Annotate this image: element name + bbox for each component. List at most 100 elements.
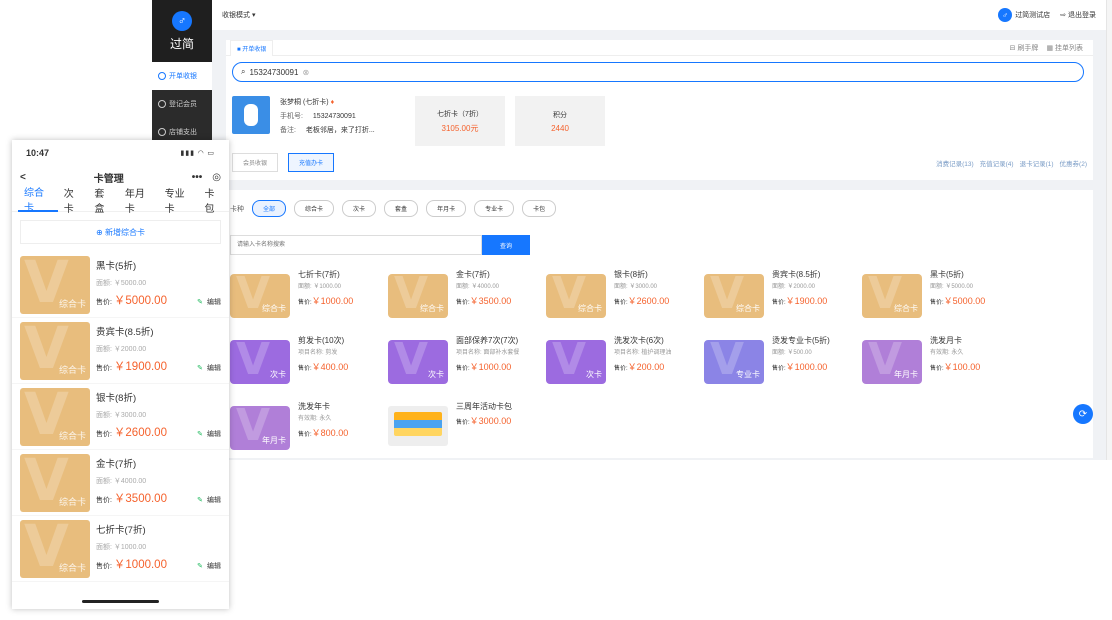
- tab-card-pack[interactable]: 卡包: [198, 188, 229, 215]
- pending-orders-button[interactable]: ▦ 挂单列表: [1046, 43, 1083, 53]
- recharge-card-button[interactable]: 充值办卡: [288, 153, 335, 172]
- refund-record-link[interactable]: 退卡记录(1): [1020, 158, 1054, 168]
- card-name: 烫发专业卡(5折): [772, 336, 830, 345]
- tab-cashier[interactable]: ■ 开单收银: [230, 39, 274, 56]
- sidebar-item-register-member[interactable]: 登记会员: [152, 90, 212, 118]
- price-label: 售价:: [96, 497, 112, 504]
- refresh-icon[interactable]: ⟳: [1073, 404, 1093, 424]
- recharge-record-link[interactable]: 充值记录(4): [980, 158, 1014, 168]
- logout-label: 退出登录: [1068, 12, 1096, 19]
- phone-card-list: 综合卡 黑卡(5折) 面额: ￥5000.00 售价: ￥5000.00 ✎ 编辑…: [12, 252, 229, 582]
- chip-comprehensive[interactable]: 综合卡: [294, 200, 335, 217]
- logout-button[interactable]: ⇨ 退出登录: [1060, 10, 1096, 20]
- store-info[interactable]: ♂ 过简测试店: [998, 8, 1050, 22]
- price-value: ￥2600.00: [113, 427, 167, 439]
- price-value: ￥1900.00: [113, 361, 167, 373]
- card-sub: 面额: ￥2000.00: [772, 284, 816, 291]
- swipe-card-button[interactable]: ⊟ 刷手牌: [1010, 43, 1039, 53]
- add-card-button[interactable]: ⊕ 新增综合卡: [20, 220, 221, 244]
- card-thumb: 次卡: [230, 340, 290, 384]
- card-item[interactable]: 综合卡 黑卡(5折) 面额: ￥5000.00 售价:￥5000.00: [862, 270, 1020, 322]
- card-item[interactable]: 综合卡 银卡(8折) 面额: ￥3000.00 售价:￥2600.00: [546, 270, 704, 322]
- clear-icon[interactable]: ⊗: [302, 68, 309, 77]
- price-value: ￥5000.00: [943, 296, 986, 307]
- tab-box[interactable]: 套盒: [88, 188, 119, 215]
- price-value: ￥3000.00: [469, 416, 512, 427]
- card-item[interactable]: 年月卡 洗发月卡 有效期: 永久 售价:￥100.00: [862, 336, 1020, 388]
- chip-card-pack[interactable]: 卡包: [522, 200, 557, 217]
- consumption-record-link[interactable]: 消费记录(13): [936, 158, 974, 168]
- tab-professional[interactable]: 专业卡: [159, 188, 199, 215]
- card-item[interactable]: 三周年活动卡包 售价:￥3000.00: [388, 402, 546, 454]
- edit-icon: ✎: [197, 497, 203, 504]
- card-item[interactable]: 专业卡 烫发专业卡(5折) 面额: ￥500.00 售价:￥1000.00: [704, 336, 862, 388]
- card-type-tag: 年月卡: [262, 436, 286, 445]
- card-thumb: 综合卡: [704, 274, 764, 318]
- chip-year-month[interactable]: 年月卡: [426, 200, 467, 217]
- card-thumb: 综合卡: [230, 274, 290, 318]
- tab-comprehensive[interactable]: 综合卡: [18, 188, 58, 214]
- app-logo: ♂ 过简: [152, 0, 212, 62]
- card-item[interactable]: 年月卡 洗发年卡 有效期: 永久 售价:￥800.00: [230, 402, 388, 454]
- list-item[interactable]: 综合卡 贵宾卡(8.5折) 面额: ￥2000.00 售价: ￥1900.00 …: [12, 318, 229, 384]
- card-type-tag: 综合卡: [736, 304, 760, 313]
- topbar: 收银模式 ▾ ♂ 过简测试店 ⇨ 退出登录: [212, 0, 1106, 30]
- card-sub: 面额: ￥4000.00: [456, 284, 500, 291]
- member-phone-row: 手机号: 15324730091: [280, 110, 405, 124]
- status-bar: 10:47 ▮▮▮ ◠ ▭: [12, 140, 229, 166]
- price-value: ￥1000.00: [113, 559, 167, 571]
- tab-year-month[interactable]: 年月卡: [119, 188, 159, 215]
- coupon-link[interactable]: 优惠券(2): [1060, 158, 1087, 168]
- back-icon[interactable]: <: [20, 172, 26, 183]
- card-name: 银卡(8折): [96, 393, 137, 404]
- card-type-tag: 综合卡: [58, 431, 86, 441]
- member-badge-icon: ♦: [330, 99, 335, 106]
- card-item[interactable]: 综合卡 贵宾卡(8.5折) 面额: ￥2000.00 售价:￥1900.00: [704, 270, 862, 322]
- card-type-tag: 次卡: [428, 370, 444, 379]
- card-name: 剪发卡(10次): [298, 336, 345, 345]
- card-search: 查询: [230, 235, 530, 255]
- edit-button[interactable]: ✎ 编辑: [197, 561, 221, 571]
- price-value: ￥1000.00: [469, 362, 512, 373]
- chip-box[interactable]: 套盒: [384, 200, 419, 217]
- sidebar-item-cashier[interactable]: 开单收银: [152, 62, 212, 90]
- card-type-tag: 综合卡: [58, 563, 86, 573]
- list-item[interactable]: 综合卡 黑卡(5折) 面额: ￥5000.00 售价: ￥5000.00 ✎ 编辑: [12, 252, 229, 318]
- mode-dropdown[interactable]: 收银模式 ▾: [222, 10, 255, 20]
- chip-all[interactable]: 全部: [252, 200, 287, 217]
- list-item[interactable]: 综合卡 七折卡(7折) 面额: ￥1000.00 售价: ￥1000.00 ✎ 编…: [12, 516, 229, 582]
- card-search-button[interactable]: 查询: [482, 235, 530, 255]
- member-avatar: [232, 96, 270, 134]
- more-icon[interactable]: •••: [192, 172, 203, 183]
- chip-professional[interactable]: 专业卡: [474, 200, 515, 217]
- card-name: 面部保养7次(7次): [456, 336, 519, 345]
- card-price: 售价:￥1000.00: [298, 296, 353, 308]
- list-item[interactable]: 综合卡 金卡(7折) 面额: ￥4000.00 售价: ￥3500.00 ✎ 编辑: [12, 450, 229, 516]
- price-label: 售价:: [298, 366, 312, 373]
- member-checkout-button[interactable]: 会员收银: [232, 153, 279, 172]
- edit-button[interactable]: ✎ 编辑: [197, 297, 221, 307]
- vertical-scrollbar[interactable]: [1106, 0, 1112, 460]
- card-face-value: 面额: ￥3000.00: [96, 412, 147, 419]
- points-box[interactable]: 积分 2440: [515, 96, 605, 146]
- card-item[interactable]: 次卡 剪发卡(10次) 项目名称: 剪发 售价:￥400.00: [230, 336, 388, 388]
- edit-button[interactable]: ✎ 编辑: [197, 495, 221, 505]
- member-search-input[interactable]: ⌕ 15324730091 ⊗: [232, 62, 1084, 82]
- card-item[interactable]: 综合卡 七折卡(7折) 面额: ￥1000.00 售价:￥1000.00: [230, 270, 388, 322]
- list-item[interactable]: 综合卡 银卡(8折) 面额: ￥3000.00 售价: ￥2600.00 ✎ 编辑: [12, 384, 229, 450]
- edit-button[interactable]: ✎ 编辑: [197, 363, 221, 373]
- card-item[interactable]: 综合卡 金卡(7折) 面额: ￥4000.00 售价:￥3500.00: [388, 270, 546, 322]
- card-item[interactable]: 次卡 洗发次卡(6次) 项目名称: 植护调理油 售价:￥200.00: [546, 336, 704, 388]
- chip-count[interactable]: 次卡: [342, 200, 377, 217]
- card-item[interactable]: 次卡 面部保养7次(7次) 项目名称: 面部补水套餐 售价:￥1000.00: [388, 336, 546, 388]
- target-icon[interactable]: ◎: [212, 172, 221, 183]
- edit-button[interactable]: ✎ 编辑: [197, 429, 221, 439]
- card-search-input[interactable]: [230, 235, 482, 255]
- price-value: ￥3500.00: [469, 296, 512, 307]
- card-balance-box[interactable]: 七折卡（7折） 3105.00元: [415, 96, 505, 146]
- card-type-tag: 次卡: [270, 370, 286, 379]
- phone-label: 手机号:: [280, 113, 303, 120]
- tab-count-card[interactable]: 次卡: [58, 188, 89, 215]
- card-sub: 项目名称: 面部补水套餐: [456, 350, 520, 357]
- card-name: 洗发次卡(6次): [614, 336, 664, 345]
